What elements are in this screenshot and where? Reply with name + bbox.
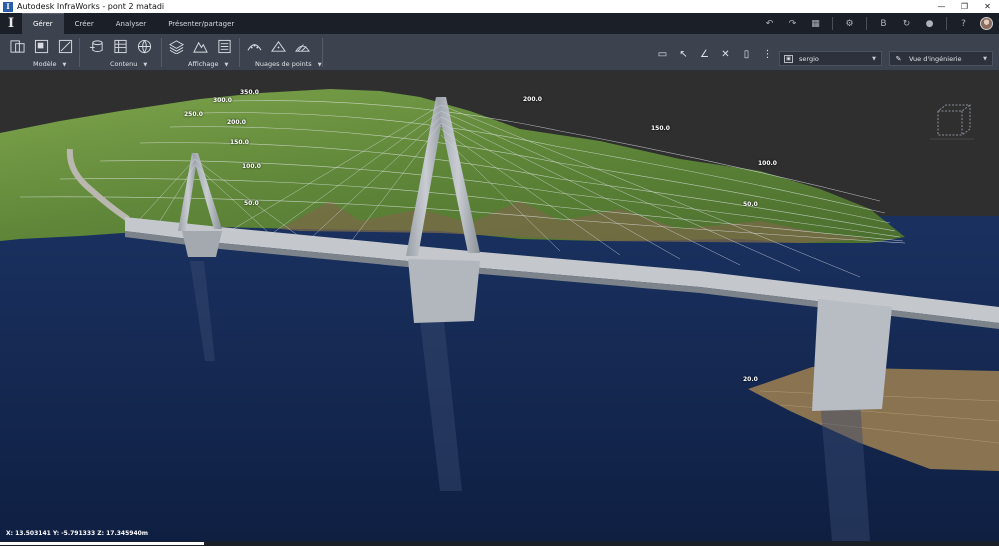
select-cursor-icon[interactable]: ↖ bbox=[676, 48, 691, 61]
layers-icon[interactable] bbox=[168, 38, 185, 55]
separator bbox=[832, 17, 833, 30]
ribbon-divider bbox=[161, 38, 162, 67]
close-button[interactable]: ✕ bbox=[976, 0, 999, 13]
contour-label: 250.0 bbox=[184, 111, 203, 118]
bim360-icon[interactable]: B bbox=[877, 17, 890, 30]
view-mode-value: Vue d'ingénierie bbox=[909, 54, 962, 63]
tab-gerer[interactable]: Gérer bbox=[22, 13, 64, 34]
ribbon-panel: Modèle ▼ Contenu ▼ Affichage ▼ Nuages de po… bbox=[0, 34, 999, 71]
undo-icon[interactable]: ↶ bbox=[763, 17, 776, 30]
model-properties-icon[interactable] bbox=[9, 38, 26, 55]
ribbon-divider bbox=[79, 38, 80, 67]
ribbon-tab-bar: I Gérer Créer Analyser Présenter/partage… bbox=[0, 13, 999, 34]
data-sources-icon[interactable] bbox=[88, 38, 105, 55]
contour-label: 300.0 bbox=[213, 97, 232, 104]
maximize-button[interactable]: ❐ bbox=[953, 0, 976, 13]
window-title: Autodesk InfraWorks - pont 2 matadi bbox=[17, 2, 165, 11]
chevron-down-icon: ▼ bbox=[983, 55, 987, 62]
ribbon-group-label[interactable]: Affichage ▼ bbox=[188, 60, 228, 68]
chevron-down-icon: ▼ bbox=[872, 55, 876, 62]
tab-analyser[interactable]: Analyser bbox=[105, 13, 157, 34]
separator bbox=[946, 17, 947, 30]
point-cloud-icon[interactable] bbox=[246, 38, 263, 55]
ribbon-divider bbox=[322, 38, 323, 67]
view-mode-icon: ✎ bbox=[895, 54, 902, 63]
cursor-coordinates: X: 13.503141 Y: -5.791333 Z: 17.345940m bbox=[6, 530, 149, 537]
monitor-icon[interactable]: ▭ bbox=[655, 48, 670, 61]
ribbon-group-label[interactable]: Nuages de points ▼ bbox=[255, 60, 322, 68]
more-tools-icon[interactable]: ⋮ bbox=[760, 48, 775, 61]
contour-label: 100.0 bbox=[758, 160, 777, 167]
ribbon-group-label[interactable]: Modèle ▼ bbox=[33, 60, 66, 68]
tab-creer[interactable]: Créer bbox=[64, 13, 105, 34]
status-bar bbox=[0, 541, 999, 546]
sync-icon[interactable]: ↻ bbox=[900, 17, 913, 30]
progress-bar bbox=[0, 542, 204, 545]
title-bar: I Autodesk InfraWorks - pont 2 matadi — … bbox=[0, 0, 999, 13]
infraworks-logo-icon[interactable]: I bbox=[0, 13, 22, 34]
redo-icon[interactable]: ↷ bbox=[786, 17, 799, 30]
list-icon[interactable] bbox=[216, 38, 233, 55]
transform-icon[interactable]: ✕ bbox=[718, 48, 733, 61]
model-frame-icon[interactable] bbox=[33, 38, 50, 55]
contour-label: 100.0 bbox=[242, 163, 261, 170]
ribbon-group-modele: Modèle ▼ bbox=[9, 34, 79, 71]
ribbon-group-label[interactable]: Contenu ▼ bbox=[110, 60, 147, 68]
settings-icon[interactable]: ⚙ bbox=[843, 17, 856, 30]
point-cloud-area-icon[interactable] bbox=[294, 38, 311, 55]
infraworks-app-icon: I bbox=[3, 1, 13, 12]
clipboard-icon[interactable]: ▯ bbox=[739, 48, 754, 61]
viewcube-icon[interactable] bbox=[930, 103, 974, 143]
terrain-icon[interactable] bbox=[192, 38, 209, 55]
measure-angle-icon[interactable]: ∠ bbox=[697, 48, 712, 61]
proposal-dropdown[interactable]: ▣ sergio ▼ bbox=[779, 51, 882, 66]
ribbon-group-affichage: Affichage ▼ bbox=[168, 34, 240, 71]
ribbon-group-contenu: Contenu ▼ bbox=[88, 34, 162, 71]
scene-render bbox=[0, 71, 999, 541]
separator bbox=[866, 17, 867, 30]
point-cloud-terrain-icon[interactable] bbox=[270, 38, 287, 55]
model-area-icon[interactable] bbox=[57, 38, 74, 55]
help-icon[interactable]: ? bbox=[957, 17, 970, 30]
contour-label: 150.0 bbox=[230, 139, 249, 146]
quick-access-tools: ↶ ↷ ▦ ⚙ B ↻ ● ? bbox=[763, 13, 993, 34]
contour-label: 50.0 bbox=[743, 201, 758, 208]
view-tools: ▭ ↖ ∠ ✕ ▯ ⋮ bbox=[655, 48, 775, 61]
user-avatar[interactable] bbox=[980, 17, 993, 30]
chat-icon[interactable]: ● bbox=[923, 17, 936, 30]
view-mode-dropdown[interactable]: ✎ Vue d'ingénierie ▼ bbox=[889, 51, 993, 66]
contour-label: 20.0 bbox=[743, 376, 758, 383]
proposal-icon: ▣ bbox=[784, 54, 793, 63]
contour-label: 350.0 bbox=[240, 89, 259, 96]
proposal-value: sergio bbox=[799, 54, 819, 63]
contour-label: 200.0 bbox=[227, 119, 246, 126]
3d-viewport[interactable]: 350.0 300.0 250.0 200.0 150.0 100.0 50.0… bbox=[0, 71, 999, 541]
grid-view-icon[interactable]: ▦ bbox=[809, 17, 822, 30]
tab-presenter-partager[interactable]: Présenter/partager bbox=[157, 13, 245, 34]
contour-label: 50.0 bbox=[244, 200, 259, 207]
contour-label: 150.0 bbox=[651, 125, 670, 132]
minimize-button[interactable]: — bbox=[930, 0, 953, 13]
ribbon-group-nuages-de-points: Nuages de points ▼ bbox=[246, 34, 322, 71]
window-controls: — ❐ ✕ bbox=[930, 0, 999, 13]
globe-icon[interactable] bbox=[136, 38, 153, 55]
table-icon[interactable] bbox=[112, 38, 129, 55]
contour-label: 200.0 bbox=[523, 96, 542, 103]
ribbon-divider bbox=[239, 38, 240, 67]
